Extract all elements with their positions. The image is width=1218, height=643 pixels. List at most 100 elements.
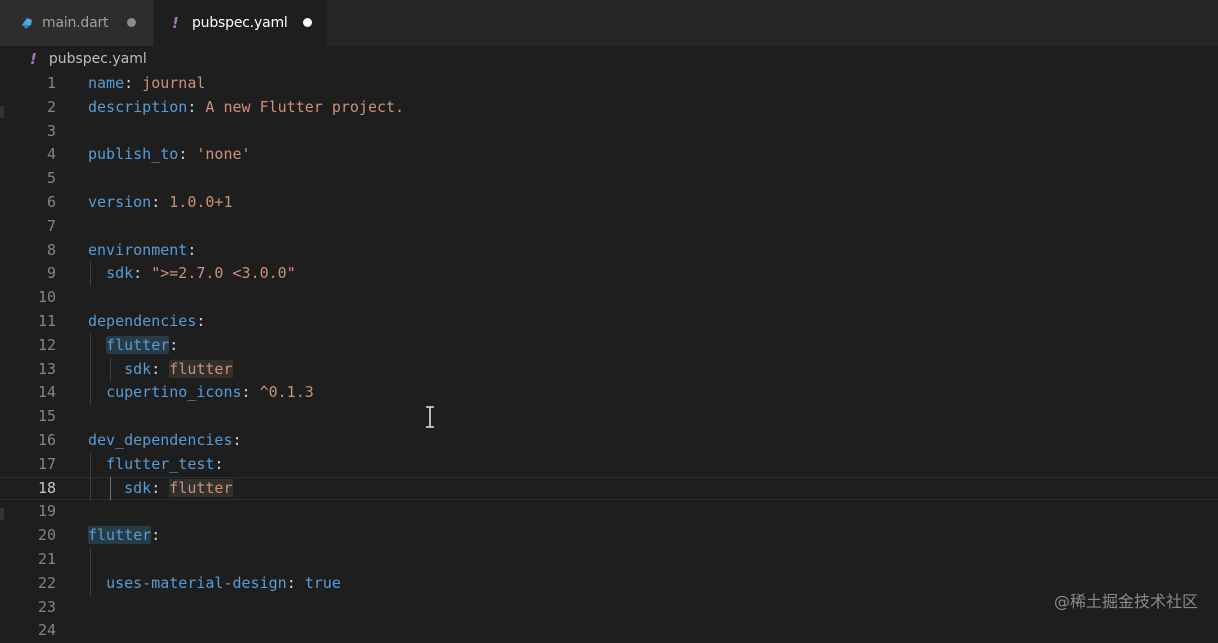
editor-tab-bar: main.dart ! pubspec.yaml [0, 0, 1218, 46]
line-text: uses-material-design: true [88, 572, 341, 596]
line-text: flutter: [88, 524, 160, 548]
code-line[interactable]: 16 dev_dependencies: [0, 429, 1218, 453]
code-token: : [187, 97, 206, 116]
line-number: 10 [37, 288, 56, 307]
code-line[interactable]: 1 name: journal [0, 72, 1218, 96]
code-token: flutter_test [106, 454, 215, 473]
code-token: 'none' [196, 145, 251, 164]
code-token: sdk [124, 478, 152, 497]
line-text: dev_dependencies: [88, 429, 242, 453]
line-number: 8 [46, 240, 56, 259]
code-token: : [169, 335, 179, 354]
code-line[interactable]: 18 sdk: flutter [0, 476, 1218, 501]
unsaved-dot-icon[interactable] [127, 18, 136, 27]
line-number: 2 [46, 97, 56, 116]
code-token: description [88, 97, 188, 116]
line-text: name: journal [88, 72, 205, 96]
tab-label: main.dart [42, 15, 109, 31]
code-token: : [178, 145, 197, 164]
code-line[interactable]: 4 publish_to: 'none' [0, 143, 1218, 167]
indent-guide [90, 262, 91, 287]
code-token: journal [142, 74, 206, 92]
code-token: : [214, 454, 224, 473]
code-token: sdk [106, 264, 134, 283]
code-line[interactable]: 9 sdk: ">=2.7.0 <3.0.0" [0, 262, 1218, 286]
line-number: 17 [37, 454, 56, 473]
line-text: description: A new Flutter project. [88, 96, 404, 120]
code-token: flutter [169, 359, 233, 378]
code-line[interactable]: 3 [0, 120, 1218, 144]
code-line[interactable]: 11 dependencies: [0, 310, 1218, 334]
line-text: publish_to: 'none' [88, 143, 251, 167]
code-line[interactable]: 8 environment: [0, 239, 1218, 263]
line-number: 18 [37, 478, 56, 497]
code-token: sdk [124, 359, 152, 378]
code-line[interactable]: 10 [0, 286, 1218, 310]
code-line[interactable]: 20 flutter: [0, 524, 1218, 548]
code-token: A new Flutter project. [205, 97, 405, 116]
code-line[interactable]: 7 [0, 215, 1218, 239]
tab-main-dart[interactable]: main.dart [0, 0, 154, 46]
line-text: cupertino_icons: ^0.1.3 [88, 381, 314, 405]
line-number: 3 [46, 121, 56, 140]
line-text: sdk: ">=2.7.0 <3.0.0" [88, 262, 296, 286]
code-token: flutter [88, 526, 152, 545]
line-text: dependencies: [88, 310, 205, 334]
code-token: dev_dependencies [88, 431, 233, 449]
line-number: 11 [37, 312, 56, 330]
line-number: 7 [46, 216, 56, 235]
code-token: 1.0.0+1 [169, 193, 233, 211]
code-token: true [304, 573, 341, 592]
line-number: 16 [37, 431, 56, 449]
code-token: : [124, 74, 143, 92]
text-cursor-icon [426, 406, 434, 428]
code-token: name [88, 74, 125, 92]
code-token: : [232, 431, 242, 449]
line-text: environment: [88, 239, 196, 263]
line-number: 12 [37, 335, 56, 354]
code-line[interactable]: 2 description: A new Flutter project. [0, 96, 1218, 120]
code-token: : [151, 478, 170, 497]
code-line[interactable]: 15 [0, 405, 1218, 429]
code-line[interactable]: 14 cupertino_icons: ^0.1.3 [0, 381, 1218, 405]
yaml-exclamation-icon: ! [30, 50, 37, 68]
code-line[interactable]: 13 sdk: flutter [0, 358, 1218, 382]
watermark: @稀土掘金技术社区 [1053, 592, 1198, 611]
code-editor[interactable]: 1 name: journal 2 description: A new Flutte… [0, 72, 1218, 639]
line-number: 15 [37, 407, 56, 426]
line-text: version: 1.0.0+1 [88, 191, 233, 215]
line-number: 24 [37, 621, 56, 640]
indent-guide [110, 476, 111, 501]
code-line[interactable]: 5 [0, 167, 1218, 191]
code-token: : [151, 526, 161, 545]
line-number: 21 [37, 550, 56, 568]
tab-pubspec-yaml[interactable]: ! pubspec.yaml [154, 0, 326, 46]
unsaved-dot-icon[interactable] [303, 18, 312, 27]
line-number: 13 [37, 359, 56, 378]
code-line[interactable]: 23 [0, 596, 1218, 620]
code-line[interactable]: 6 version: 1.0.0+1 [0, 191, 1218, 215]
indent-guide [90, 548, 91, 596]
code-line[interactable]: 12 flutter: [0, 334, 1218, 358]
code-line[interactable]: 24 [0, 619, 1218, 643]
line-number: 5 [46, 169, 56, 188]
line-text: flutter: [88, 334, 178, 358]
code-token: uses-material-design [106, 573, 287, 592]
line-number: 23 [37, 597, 56, 616]
breadcrumb-file[interactable]: pubspec.yaml [49, 51, 147, 67]
code-token: version [88, 193, 152, 211]
code-token: cupertino_icons [106, 383, 242, 402]
code-line[interactable]: 22 uses-material-design: true [0, 572, 1218, 596]
code-token: flutter [106, 335, 170, 354]
line-text: flutter_test: [88, 453, 223, 477]
line-number: 14 [37, 383, 56, 402]
line-number: 1 [46, 74, 56, 92]
code-line[interactable]: 19 [0, 500, 1218, 524]
code-line[interactable]: 17 flutter_test: [0, 453, 1218, 477]
code-line[interactable]: 21 [0, 548, 1218, 572]
code-token: environment [88, 240, 188, 259]
code-token: : [151, 359, 170, 378]
code-token: : [286, 573, 305, 592]
